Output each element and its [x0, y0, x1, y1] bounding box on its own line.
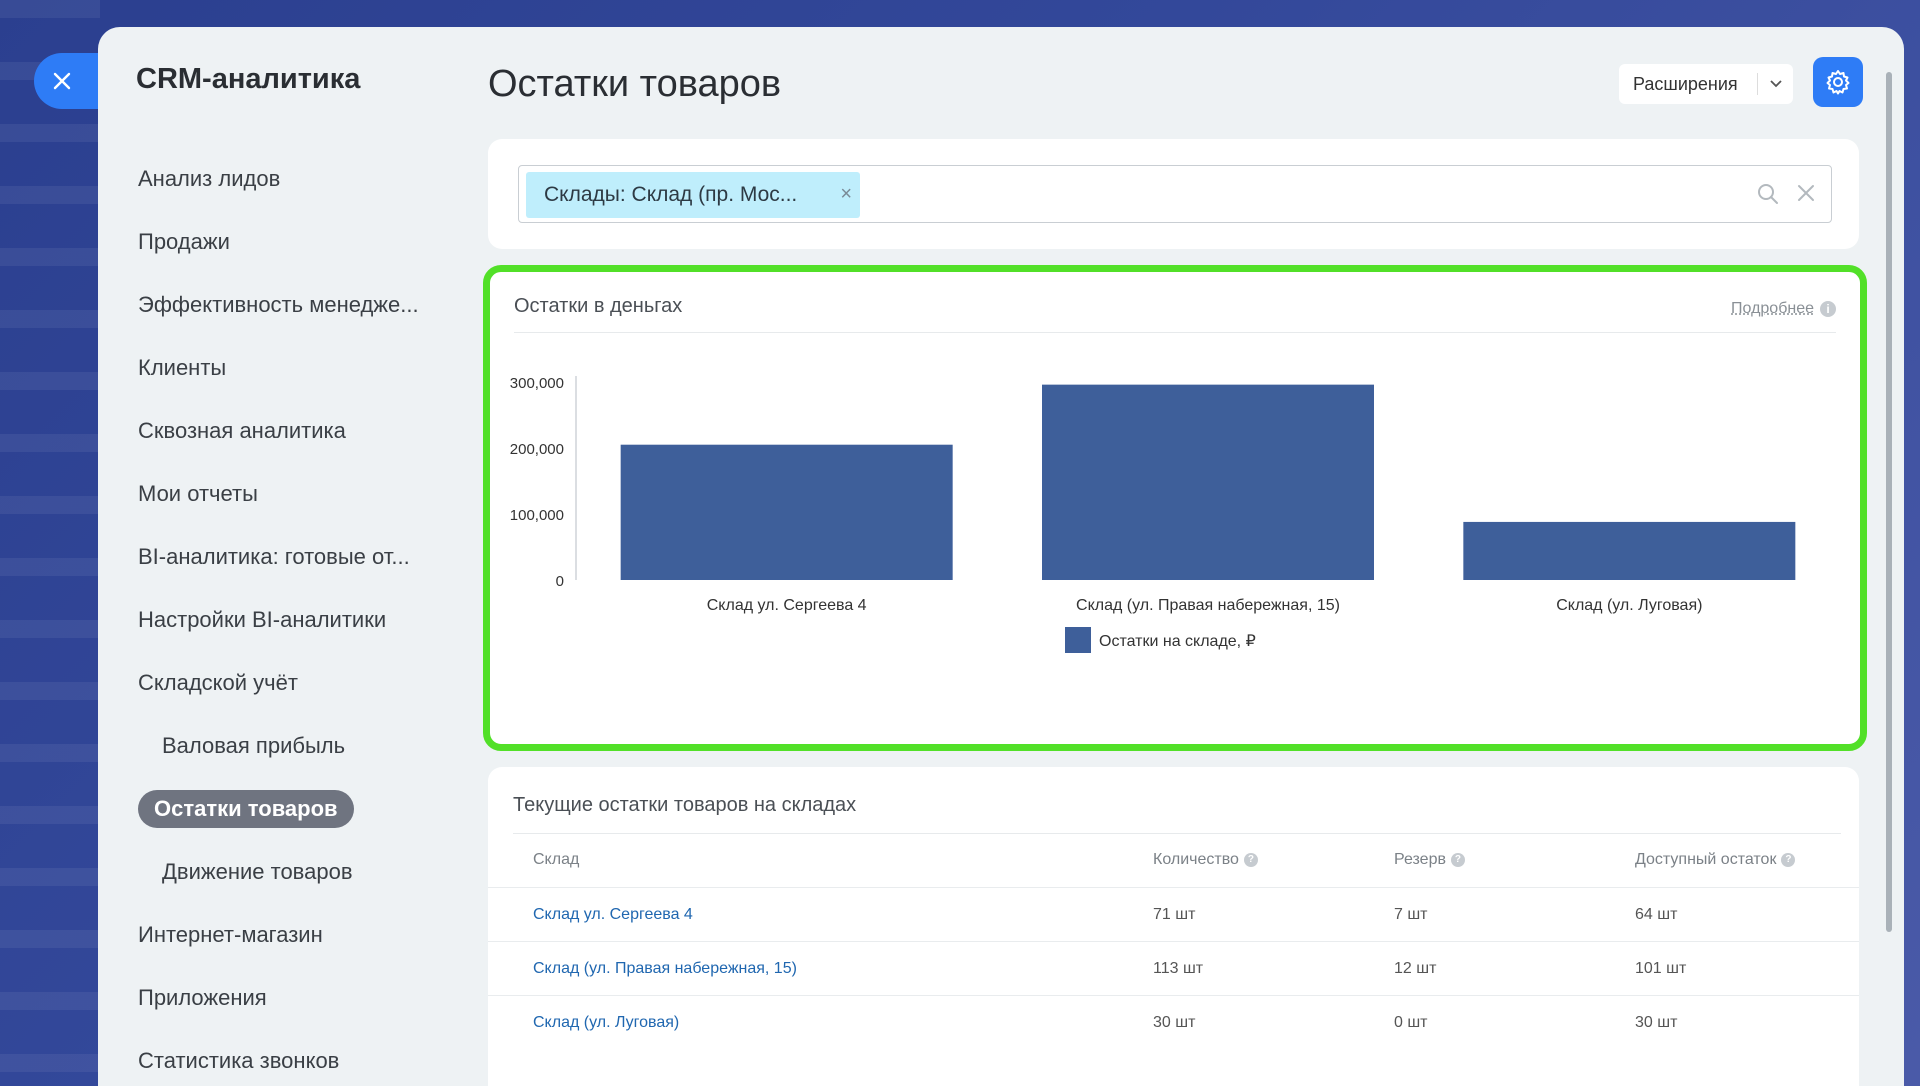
- sidebar-item-3[interactable]: Клиенты: [138, 336, 419, 399]
- table-row: Склад (ул. Луговая) 30 шт 0 шт 30 шт: [488, 995, 1859, 1049]
- sidebar-item-label: Сквозная аналитика: [138, 417, 346, 443]
- y-tick-label: 100,000: [510, 507, 564, 524]
- sidebar-item-label: BI-аналитика: готовые от...: [138, 543, 410, 569]
- sidebar: CRM-аналитика Анализ лидов Продажи Эффекти…: [98, 27, 468, 1086]
- sidebar-item-label: Анализ лидов: [138, 165, 281, 191]
- y-tick-label: 300,000: [510, 375, 564, 392]
- help-icon[interactable]: ?: [1450, 853, 1465, 867]
- sidebar-item-12[interactable]: Интернет-магазин: [138, 903, 419, 966]
- table-cell: 7 шт: [1394, 906, 1428, 923]
- sidebar-item-label: Статистика звонков: [138, 1047, 340, 1073]
- column-header-reserve[interactable]: Резерв?: [1394, 851, 1465, 869]
- table-cell: 113 шт: [1153, 960, 1204, 977]
- gear-icon: [1826, 70, 1850, 95]
- sidebar-item-8[interactable]: Складской учёт: [138, 651, 419, 714]
- main-content: Остатки товаров Расширения Склады: Склад…: [483, 27, 1888, 1086]
- sidebar-title: CRM-аналитика: [136, 63, 361, 95]
- sidebar-item-label: Приложения: [138, 984, 267, 1010]
- details-link[interactable]: Подробнее i: [1731, 300, 1836, 318]
- sidebar-item-2[interactable]: Эффективность менедже...: [138, 273, 419, 336]
- search-icon[interactable]: [1757, 183, 1779, 205]
- table-cell: 64 шт: [1635, 906, 1678, 923]
- table-header: Склад Количество? Резерв? Доступный оста…: [488, 833, 1859, 887]
- table-cell: 101 шт: [1635, 960, 1687, 977]
- chevron-down-icon: [1758, 79, 1793, 89]
- sidebar-item-7[interactable]: Настройки BI-аналитики: [138, 588, 419, 651]
- warehouse-link[interactable]: Склад (ул. Луговая): [533, 1014, 679, 1032]
- help-icon[interactable]: ?: [1243, 853, 1258, 867]
- sidebar-item-label: Интернет-магазин: [138, 921, 323, 947]
- filter-search-input[interactable]: Склады: Склад (пр. Мос... ×: [518, 165, 1832, 223]
- info-icon: i: [1820, 301, 1836, 317]
- table-row: Склад (ул. Правая набережная, 15) 113 шт 1…: [488, 941, 1859, 995]
- bar[interactable]: [1463, 521, 1796, 580]
- table-cell: 30 шт: [1153, 1014, 1196, 1031]
- sidebar-item-label: Складской учёт: [138, 669, 298, 695]
- table-cell: 12 шт: [1394, 960, 1437, 977]
- sidebar-item-label: Настройки BI-аналитики: [138, 606, 387, 632]
- help-icon[interactable]: ?: [1781, 853, 1796, 867]
- warehouse-link[interactable]: Склад (ул. Правая набережная, 15): [533, 960, 797, 978]
- sidebar-item-label: Продажи: [138, 228, 230, 254]
- sidebar-item-5[interactable]: Мои отчеты: [138, 462, 419, 525]
- page-title: Остатки товаров: [488, 63, 782, 105]
- filter-tag[interactable]: Склады: Склад (пр. Мос... ×: [526, 172, 860, 218]
- sidebar-item-0[interactable]: Анализ лидов: [138, 147, 419, 210]
- background-pattern: [0, 0, 100, 1086]
- sidebar-item-label: Движение товаров: [162, 858, 353, 884]
- sidebar-item-label: Валовая прибыль: [162, 732, 346, 758]
- column-header-available[interactable]: Доступный остаток?: [1635, 851, 1796, 869]
- sidebar-item-label: Остатки товаров: [138, 789, 354, 828]
- column-header-warehouse[interactable]: Склад: [533, 851, 579, 869]
- table-cell: 71 шт: [1153, 906, 1196, 923]
- legend-swatch: [1065, 627, 1091, 653]
- sidebar-item-13[interactable]: Приложения: [138, 966, 419, 1029]
- sidebar-item-6[interactable]: BI-аналитика: готовые от...: [138, 525, 419, 588]
- x-tick-label: Склад ул. Сергеева 4: [707, 597, 867, 614]
- x-tick-label: Склад (ул. Правая набережная, 15): [1076, 597, 1340, 614]
- settings-button[interactable]: [1813, 57, 1863, 107]
- sidebar-item-label: Эффективность менедже...: [138, 291, 419, 317]
- x-tick-label: Склад (ул. Луговая): [1556, 597, 1702, 614]
- sidebar-item-label: Мои отчеты: [138, 480, 258, 506]
- sidebar-item-14[interactable]: Статистика звонков: [138, 1029, 419, 1086]
- bar-chart: 0 100,000 200,000 300,000 Склад ул. Сергеева…: [510, 375, 1796, 653]
- column-header-quantity[interactable]: Количество?: [1153, 851, 1258, 869]
- y-tick-label: 200,000: [510, 441, 564, 458]
- chart-title: Остатки в деньгах: [514, 295, 683, 317]
- chart-divider: [514, 332, 1836, 333]
- money-balance-chart-card: Остатки в деньгах Подробнее i 0 100,000 20…: [483, 265, 1867, 751]
- table-cell: 30 шт: [1635, 1014, 1678, 1031]
- sidebar-item-10[interactable]: Остатки товаров: [138, 777, 419, 840]
- legend-label[interactable]: Остатки на складе, ₽: [1099, 633, 1256, 650]
- y-tick-label: 0: [556, 573, 564, 590]
- sidebar-item-4[interactable]: Сквозная аналитика: [138, 399, 419, 462]
- sidebar-item-1[interactable]: Продажи: [138, 210, 419, 273]
- bar[interactable]: [620, 444, 953, 580]
- bar[interactable]: [1042, 384, 1374, 580]
- tag-remove-icon[interactable]: ×: [840, 183, 852, 206]
- warehouse-link[interactable]: Склад ул. Сергеева 4: [533, 906, 693, 924]
- stock-table-card: Текущие остатки товаров на складах Склад…: [488, 767, 1859, 1086]
- sidebar-item-label: Клиенты: [138, 354, 227, 380]
- filter-tag-label: Склады: Склад (пр. Мос...: [544, 183, 798, 206]
- slider-panel: CRM-аналитика Анализ лидов Продажи Эффекти…: [98, 27, 1904, 1086]
- table-cell: 0 шт: [1394, 1014, 1428, 1031]
- sidebar-nav: Анализ лидов Продажи Эффективность менедже…: [138, 147, 419, 1086]
- extensions-label: Расширения: [1633, 73, 1738, 94]
- clear-icon[interactable]: [1797, 184, 1815, 202]
- filter-card: Склады: Склад (пр. Мос... ×: [488, 139, 1859, 249]
- table-row: Склад ул. Сергеева 4 71 шт 7 шт 64 шт: [488, 887, 1859, 941]
- close-icon: [53, 72, 71, 90]
- extensions-dropdown[interactable]: Расширения: [1619, 64, 1793, 104]
- table-title: Текущие остатки товаров на складах: [513, 794, 857, 816]
- details-label: Подробнее: [1731, 300, 1814, 317]
- sidebar-item-9[interactable]: Валовая прибыль: [138, 714, 419, 777]
- sidebar-item-11[interactable]: Движение товаров: [138, 840, 419, 903]
- scrollbar[interactable]: [1886, 72, 1892, 932]
